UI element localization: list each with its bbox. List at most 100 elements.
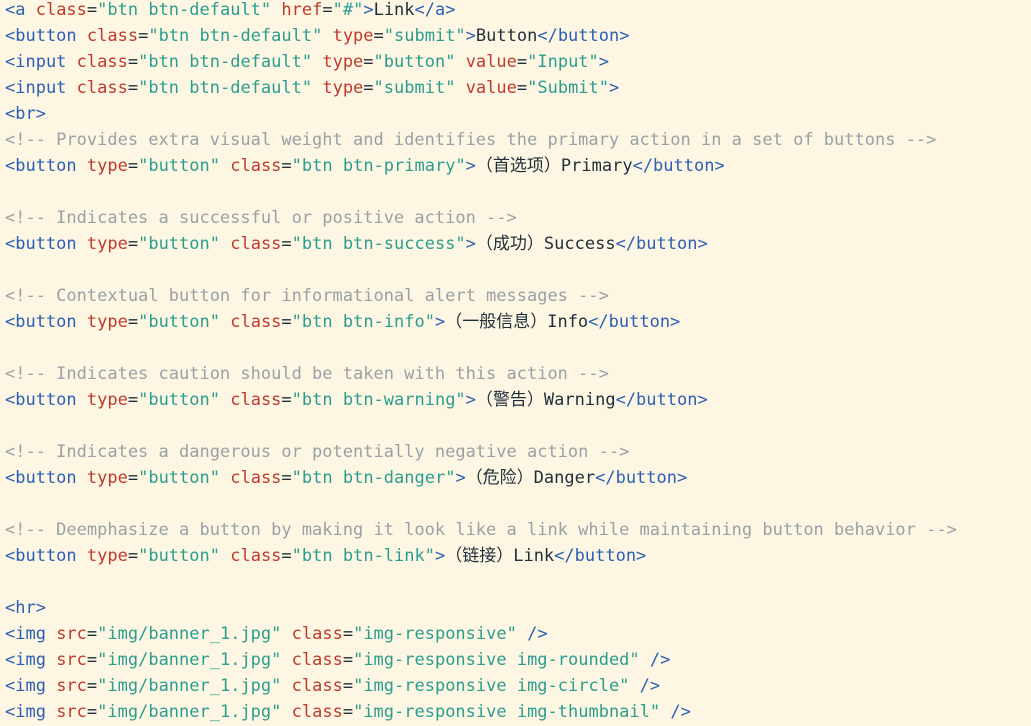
- code-token: >: [465, 26, 476, 46]
- code-token: class: [230, 468, 282, 488]
- code-token: />: [670, 702, 691, 722]
- code-token: "button": [138, 234, 220, 254]
- code-token: "button": [138, 468, 220, 488]
- code-token: "img/banner_1.jpg": [97, 676, 282, 696]
- code-token: （一般信息）Info: [445, 312, 589, 332]
- code-token: =: [373, 26, 384, 46]
- code-token: "button": [138, 390, 220, 410]
- code-token: =: [127, 234, 139, 254]
- code-token: >: [434, 546, 446, 566]
- code-line: <img src="img/banner_1.jpg" class="img-r…: [5, 647, 670, 673]
- code-token: <!-- Indicates a dangerous or potentiall…: [5, 442, 630, 462]
- code-token: <button: [5, 156, 87, 176]
- code-token: "btn btn-success": [291, 234, 466, 254]
- code-line: <button type="button" class="btn btn-inf…: [5, 309, 680, 335]
- code-token: >: [363, 0, 374, 20]
- code-token: class: [230, 234, 282, 254]
- code-line: <!-- Indicates caution should be taken w…: [5, 361, 609, 387]
- code-line: <a class="btn btn-default" href="#">Link…: [5, 0, 455, 23]
- code-token: =: [342, 702, 354, 722]
- code-line: <!-- Indicates a successful or positive …: [5, 205, 517, 231]
- code-token: type: [86, 390, 128, 410]
- code-token: "submit": [383, 26, 466, 46]
- code-token: <img: [5, 624, 57, 644]
- code-token: class: [291, 624, 343, 644]
- code-line: <hr>: [5, 595, 46, 621]
- code-token: "btn btn-link": [291, 546, 435, 566]
- code-token: type: [86, 546, 128, 566]
- code-token: =: [281, 546, 292, 566]
- code-token: </button>: [554, 546, 647, 566]
- code-token: type: [86, 312, 128, 332]
- code-token: <button: [5, 390, 87, 410]
- code-token: =: [281, 156, 292, 176]
- code-line: <button type="button" class="btn btn-suc…: [5, 231, 708, 257]
- code-token: （警告）Warning: [475, 390, 616, 410]
- code-token: "button": [138, 546, 220, 566]
- code-token: type: [86, 156, 128, 176]
- code-token: "button": [138, 312, 220, 332]
- code-token: <!-- Indicates caution should be taken w…: [5, 364, 609, 384]
- code-token: "img-responsive img-circle": [353, 676, 630, 696]
- code-line: <img src="img/banner_1.jpg" class="img-r…: [5, 673, 660, 699]
- code-token: type: [332, 26, 374, 46]
- code-editor[interactable]: <a class="btn btn-default" href="#">Link…: [0, 0, 1031, 726]
- code-token: <button: [5, 312, 87, 332]
- code-line: <!-- Provides extra visual weight and id…: [5, 127, 936, 153]
- code-token: type: [86, 234, 128, 254]
- code-token: =: [516, 52, 528, 72]
- code-line: <button type="button" class="btn btn-lin…: [5, 543, 646, 569]
- code-token: </button>: [615, 390, 708, 410]
- code-token: =: [127, 156, 139, 176]
- code-token: =: [281, 312, 292, 332]
- code-token: =: [281, 234, 292, 254]
- code-line: <br>: [5, 101, 46, 127]
- code-token: =: [127, 52, 139, 72]
- code-token: >: [609, 78, 620, 98]
- code-token: <!-- Indicates a successful or positive …: [5, 208, 517, 228]
- code-token: "btn btn-primary": [291, 156, 466, 176]
- code-token: >: [598, 52, 610, 72]
- code-token: （首选项）Primary: [475, 156, 633, 176]
- code-token: "btn btn-info": [291, 312, 435, 332]
- code-token: =: [516, 78, 528, 98]
- code-token: class: [230, 312, 282, 332]
- code-token: value: [465, 78, 517, 98]
- code-token: </button>: [615, 234, 708, 254]
- code-token: type: [322, 52, 364, 72]
- code-token: class: [291, 702, 343, 722]
- code-token: "img/banner_1.jpg": [97, 650, 282, 670]
- code-token: "img-responsive img-rounded": [353, 650, 640, 670]
- code-token: <button: [5, 468, 87, 488]
- code-line: <img src="img/banner_1.jpg" class="img-r…: [5, 699, 691, 725]
- code-token: <img: [5, 650, 57, 670]
- code-token: src: [56, 702, 87, 722]
- code-token: "img/banner_1.jpg": [97, 702, 282, 722]
- code-token: >: [455, 468, 466, 488]
- code-token: </button>: [595, 468, 688, 488]
- code-token: href: [281, 0, 323, 20]
- code-token: =: [86, 650, 98, 670]
- code-token: </button>: [588, 312, 681, 332]
- code-token: =: [322, 0, 333, 20]
- code-token: "submit": [373, 78, 456, 98]
- code-line: <button type="button" class="btn btn-war…: [5, 387, 708, 413]
- code-token: class: [291, 650, 343, 670]
- code-token: <button: [5, 546, 87, 566]
- code-token: "Submit": [527, 78, 610, 98]
- code-token: "btn btn-default": [138, 52, 313, 72]
- code-line: <button type="button" class="btn btn-dan…: [5, 465, 687, 491]
- code-line: <button type="button" class="btn btn-pri…: [5, 153, 725, 179]
- code-token: =: [127, 468, 139, 488]
